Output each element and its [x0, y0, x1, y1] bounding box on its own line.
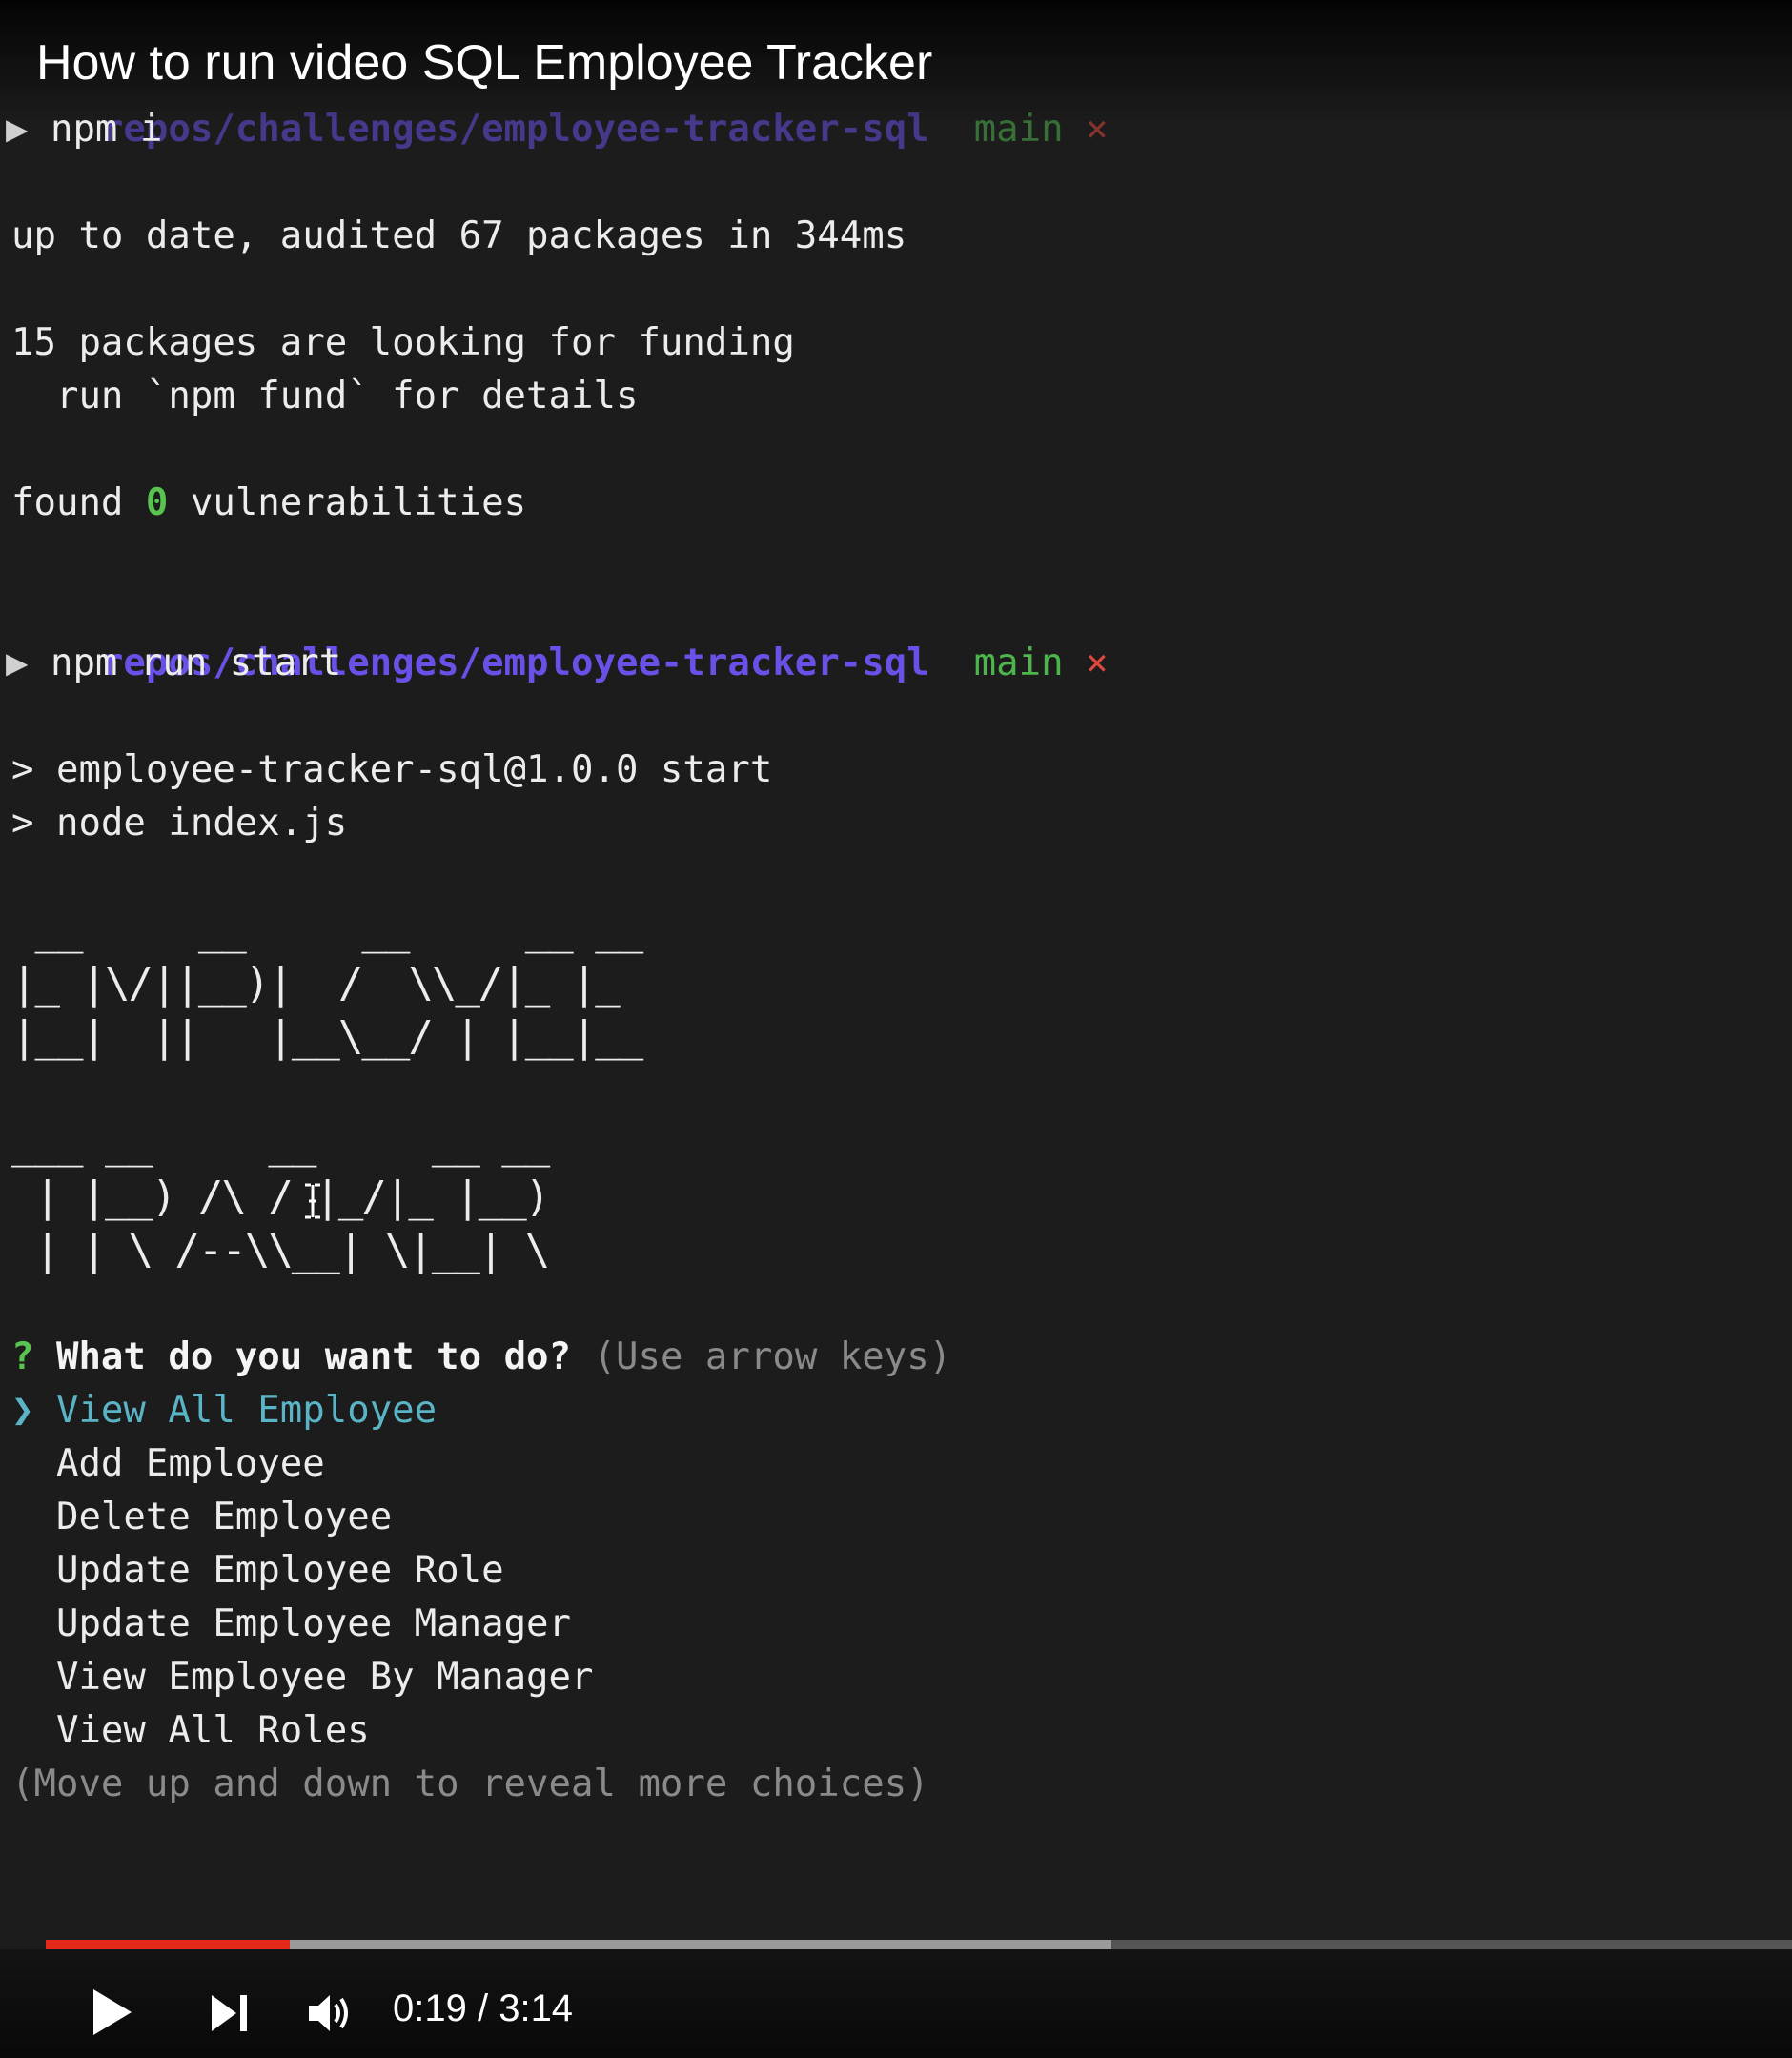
terminal-window[interactable]: repos/challenges/employee-tracker-sql ma… — [0, 0, 1792, 2058]
play-icon[interactable] — [88, 1986, 137, 2039]
ascii-banner-line: | | \ /--\\__| \|__| \ — [11, 1226, 550, 1274]
ascii-banner-line: | |__) /\ / |_/|_ |__) — [11, 1172, 550, 1221]
choice-label: View Employee By Manager — [55, 1656, 594, 1699]
progress-played — [46, 1940, 291, 1949]
choice-item[interactable]: Add Employee — [11, 1437, 325, 1491]
ascii-banner-line: __ __ __ __ __ — [11, 906, 643, 954]
choice-label: View All Roles — [55, 1709, 370, 1752]
output-line-vulnerabilities: found 0 vulnerabilities — [11, 481, 527, 524]
choice-label: Update Employee Role — [55, 1549, 504, 1592]
ascii-banner-line: ___ __ __ __ __ — [11, 1119, 550, 1168]
choice-label: Add Employee — [55, 1442, 325, 1485]
question-hint: (Use arrow keys) — [593, 1335, 952, 1378]
choice-label: Delete Employee — [55, 1496, 393, 1538]
prompt-branch: main — [973, 642, 1064, 684]
output-line: > node index.js — [11, 802, 348, 845]
time-current: 0:19 — [393, 1987, 467, 2029]
command-text: npm run start — [50, 642, 342, 684]
prompt-dirty-icon: × — [1086, 642, 1109, 684]
output-line: up to date, audited 67 packages in 344ms — [11, 214, 907, 257]
ascii-banner-line: |__| || |__\__/ | |__|__ — [11, 1012, 643, 1061]
choice-item[interactable]: Delete Employee — [11, 1491, 392, 1544]
video-time: 0:19 / 3:14 — [393, 1987, 574, 2029]
output-line: 15 packages are looking for funding — [11, 321, 795, 364]
choice-label: View All Employee — [55, 1389, 438, 1432]
pointer-icon: ❯ — [11, 1389, 34, 1432]
choice-item[interactable]: Update Employee Manager — [11, 1598, 571, 1651]
prompt-arrow-icon: ▶ — [6, 642, 29, 684]
video-title[interactable]: How to run video SQL Employee Tracker — [36, 34, 932, 92]
prompt-line-2: repos/challenges/employee-tracker-sql ma… — [11, 583, 1109, 684]
ascii-banner-line: |_ |\/||__)| / \\_/|_ |_ — [11, 959, 621, 1008]
choice-item-selected[interactable]: ❯ View All Employee — [11, 1384, 437, 1437]
video-progress-bar[interactable] — [46, 1940, 1792, 1949]
prompt-question: ? What do you want to do? (Use arrow key… — [11, 1331, 951, 1384]
output-line: > employee-tracker-sql@1.0.0 start — [11, 748, 773, 791]
more-choices-hint: (Move up and down to reveal more choices… — [11, 1763, 929, 1805]
choice-item[interactable]: Update Employee Role — [11, 1544, 504, 1598]
choice-item[interactable]: View All Roles — [11, 1704, 370, 1758]
choice-label: Update Employee Manager — [55, 1602, 572, 1645]
volume-icon[interactable] — [305, 1991, 355, 2035]
output-line: run `npm fund` for details — [11, 375, 639, 418]
next-icon[interactable] — [208, 1991, 252, 2035]
command-line-2: ▶ npm run start — [6, 637, 341, 690]
text-cursor-icon — [305, 1183, 320, 1219]
choice-item[interactable]: View Employee By Manager — [11, 1651, 594, 1704]
video-controls-bar: 0:19 / 3:14 — [0, 1949, 1792, 2058]
question-text: What do you want to do? — [55, 1335, 572, 1378]
vulnerability-count: 0 — [145, 481, 169, 524]
time-total: 3:14 — [499, 1987, 574, 2029]
question-mark-icon: ? — [11, 1335, 34, 1378]
